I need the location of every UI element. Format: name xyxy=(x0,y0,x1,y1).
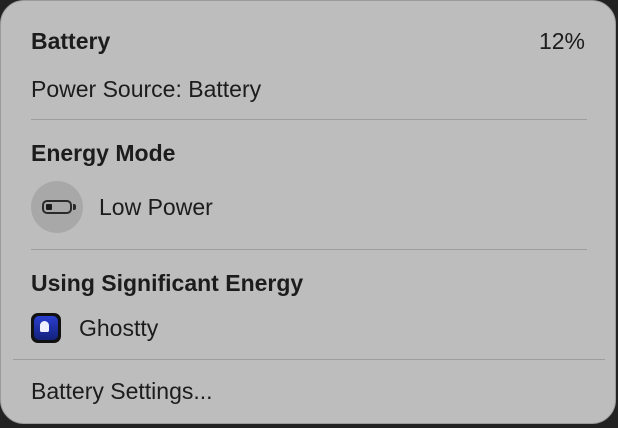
battery-title: Battery xyxy=(31,28,111,54)
divider xyxy=(13,359,605,360)
app-name: Ghostty xyxy=(79,314,159,341)
ghostty-app-icon xyxy=(31,313,61,343)
significant-energy-title: Using Significant Energy xyxy=(31,270,304,296)
divider xyxy=(31,249,587,250)
energy-mode-title: Energy Mode xyxy=(31,140,176,166)
battery-percentage: 12% xyxy=(538,28,585,54)
app-item-ghostty[interactable]: Ghostty xyxy=(31,310,158,346)
divider xyxy=(31,119,587,120)
battery-menu: Battery 12% Power Source: Battery Energy… xyxy=(0,0,616,424)
low-power-toggle[interactable]: Low Power xyxy=(31,181,213,233)
battery-settings-menu-item[interactable]: Battery Settings... xyxy=(31,378,213,405)
power-source-label: Power Source: Battery xyxy=(31,76,262,102)
low-power-button[interactable] xyxy=(31,181,83,233)
battery-low-icon xyxy=(42,200,76,214)
low-power-label: Low Power xyxy=(99,193,213,220)
